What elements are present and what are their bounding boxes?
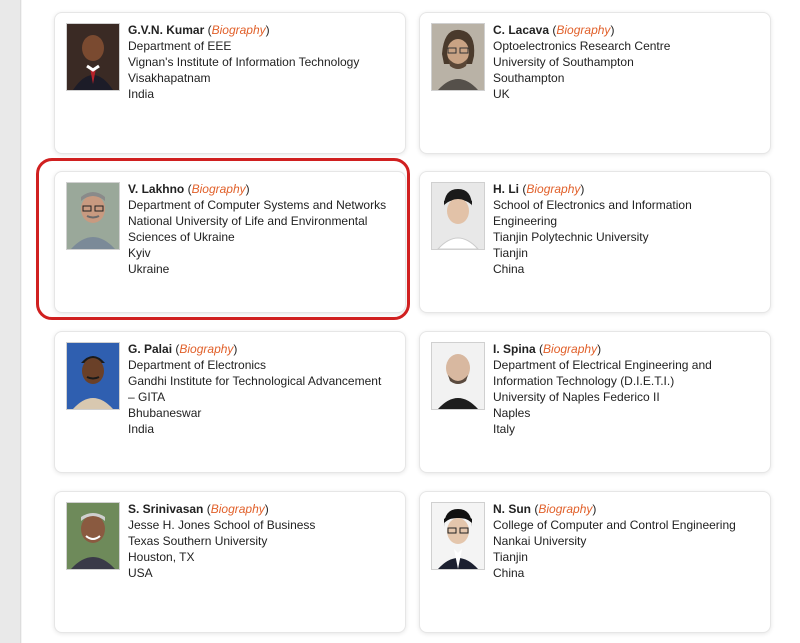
editorial-board-grid: G.V.N. Kumar (Biography) Department of E… <box>22 0 800 643</box>
member-detail-line: Sciences of Ukraine <box>128 230 235 244</box>
member-photo <box>431 23 485 91</box>
member-detail-line: UK <box>493 87 510 101</box>
member-detail-line: Southampton <box>493 71 565 85</box>
member-detail-line: Optoelectronics Research Centre <box>493 39 671 53</box>
member-detail-line: China <box>493 262 525 276</box>
member-detail-line: National University of Life and Environm… <box>128 214 368 228</box>
member-card-lakhno: V. Lakhno (Biography) Department of Comp… <box>54 171 406 313</box>
portrait-image <box>67 24 119 90</box>
member-detail-line: Vignan's Institute of Information Techno… <box>128 55 360 69</box>
member-detail-line: Nankai University <box>493 534 587 548</box>
member-name: C. Lacava <box>493 23 550 37</box>
member-detail-line: India <box>128 422 155 436</box>
member-detail-line: Visakhapatnam <box>128 71 211 85</box>
member-detail-line: College of Computer and Control Engineer… <box>493 518 736 532</box>
member-card-srinivasan: S. Srinivasan (Biography) Jesse H. Jones… <box>54 491 406 633</box>
biography-link[interactable]: Biography <box>212 23 266 37</box>
member-detail-line: Tianjin <box>493 246 528 260</box>
member-detail-line: Tianjin <box>493 550 528 564</box>
member-detail-line: India <box>128 87 155 101</box>
member-detail-line: Italy <box>493 422 516 436</box>
member-detail-line: Department of Electrical Engineering and <box>493 358 712 372</box>
member-detail-line: University of Naples Federico II <box>493 390 660 404</box>
member-photo <box>66 342 120 410</box>
member-card-li: H. Li (Biography) School of Electronics … <box>419 171 771 313</box>
member-name: S. Srinivasan <box>128 502 204 516</box>
member-card-palai: G. Palai (Biography) Department of Elect… <box>54 331 406 473</box>
member-photo <box>431 182 485 250</box>
member-card-kumar: G.V.N. Kumar (Biography) Department of E… <box>54 12 406 154</box>
member-detail-line: Tianjin Polytechnic University <box>493 230 649 244</box>
member-photo <box>66 23 120 91</box>
member-card-spina: I. Spina (Biography) Department of Elect… <box>419 331 771 473</box>
member-detail-line: China <box>493 566 525 580</box>
member-detail-line: Department of EEE <box>128 39 232 53</box>
portrait-image <box>432 343 484 409</box>
biography-link[interactable]: Biography <box>543 342 597 356</box>
member-photo <box>66 182 120 250</box>
member-name: G.V.N. Kumar <box>128 23 205 37</box>
member-detail-line: University of Southampton <box>493 55 634 69</box>
left-scroll-rail <box>0 0 21 643</box>
member-photo <box>431 342 485 410</box>
member-detail-line: – GITA <box>128 390 166 404</box>
biography-link[interactable]: Biography <box>192 182 246 196</box>
member-name: H. Li <box>493 182 519 196</box>
member-detail-line: Kyiv <box>128 246 151 260</box>
member-detail-line: Engineering <box>493 214 558 228</box>
portrait-image <box>67 183 119 249</box>
member-name: V. Lakhno <box>128 182 185 196</box>
biography-link[interactable]: Biography <box>556 23 610 37</box>
biography-link[interactable]: Biography <box>211 502 265 516</box>
portrait-image <box>432 183 484 249</box>
member-detail-line: Department of Electronics <box>128 358 267 372</box>
member-detail-line: Naples <box>493 406 531 420</box>
member-name: I. Spina <box>493 342 536 356</box>
member-detail-line: USA <box>128 566 153 580</box>
biography-link[interactable]: Biography <box>179 342 233 356</box>
member-detail-line: School of Electronics and Information <box>493 198 692 212</box>
member-detail-line: Department of Computer Systems and Netwo… <box>128 198 387 212</box>
member-detail-line: Texas Southern University <box>128 534 268 548</box>
member-card-sun: N. Sun (Biography) College of Computer a… <box>419 491 771 633</box>
portrait-image <box>432 503 484 569</box>
member-card-lacava: C. Lacava (Biography) Optoelectronics Re… <box>419 12 771 154</box>
member-detail-line: Houston, TX <box>128 550 195 564</box>
biography-link[interactable]: Biography <box>526 182 580 196</box>
portrait-image <box>432 24 484 90</box>
biography-link[interactable]: Biography <box>538 502 592 516</box>
member-photo <box>66 502 120 570</box>
member-detail-line: Gandhi Institute for Technological Advan… <box>128 374 382 388</box>
member-detail-line: Jesse H. Jones School of Business <box>128 518 316 532</box>
member-detail-line: Information Technology (D.I.E.T.I.) <box>493 374 675 388</box>
member-detail-line: Ukraine <box>128 262 170 276</box>
member-photo <box>431 502 485 570</box>
member-name: G. Palai <box>128 342 173 356</box>
member-detail-line: Bhubaneswar <box>128 406 202 420</box>
portrait-image <box>67 503 119 569</box>
portrait-image <box>67 343 119 409</box>
member-name: N. Sun <box>493 502 531 516</box>
